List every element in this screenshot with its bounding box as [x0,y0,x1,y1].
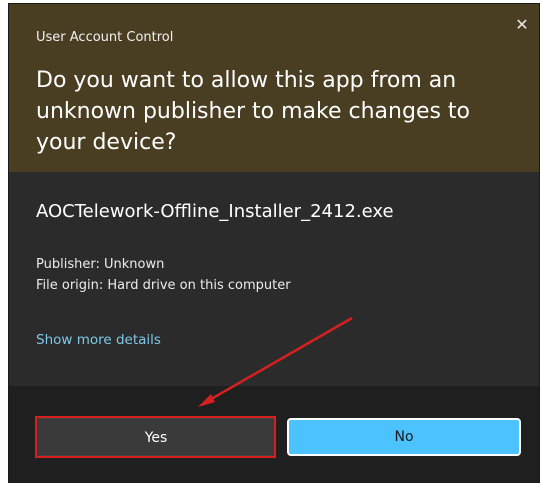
close-icon: ✕ [515,15,529,34]
publisher-text: Publisher: Unknown [36,257,165,272]
close-button[interactable]: ✕ [511,14,533,36]
dialog-title: User Account Control [36,30,174,45]
dialog-footer: Yes No [9,386,539,482]
show-more-details-link[interactable]: Show more details [36,332,161,348]
uac-question: Do you want to allow this app from an un… [36,68,471,155]
dialog-body: AOCTelework-Offline_Installer_2412.exe P… [9,172,539,386]
dialog-header: User Account Control ✕ Do you want to al… [9,4,539,172]
app-name: AOCTelework-Offline_Installer_2412.exe [36,201,394,222]
yes-button[interactable]: Yes [36,418,276,456]
no-button[interactable]: No [287,418,521,456]
uac-dialog: User Account Control ✕ Do you want to al… [9,4,539,482]
file-origin-text: File origin: Hard drive on this computer [36,278,291,293]
